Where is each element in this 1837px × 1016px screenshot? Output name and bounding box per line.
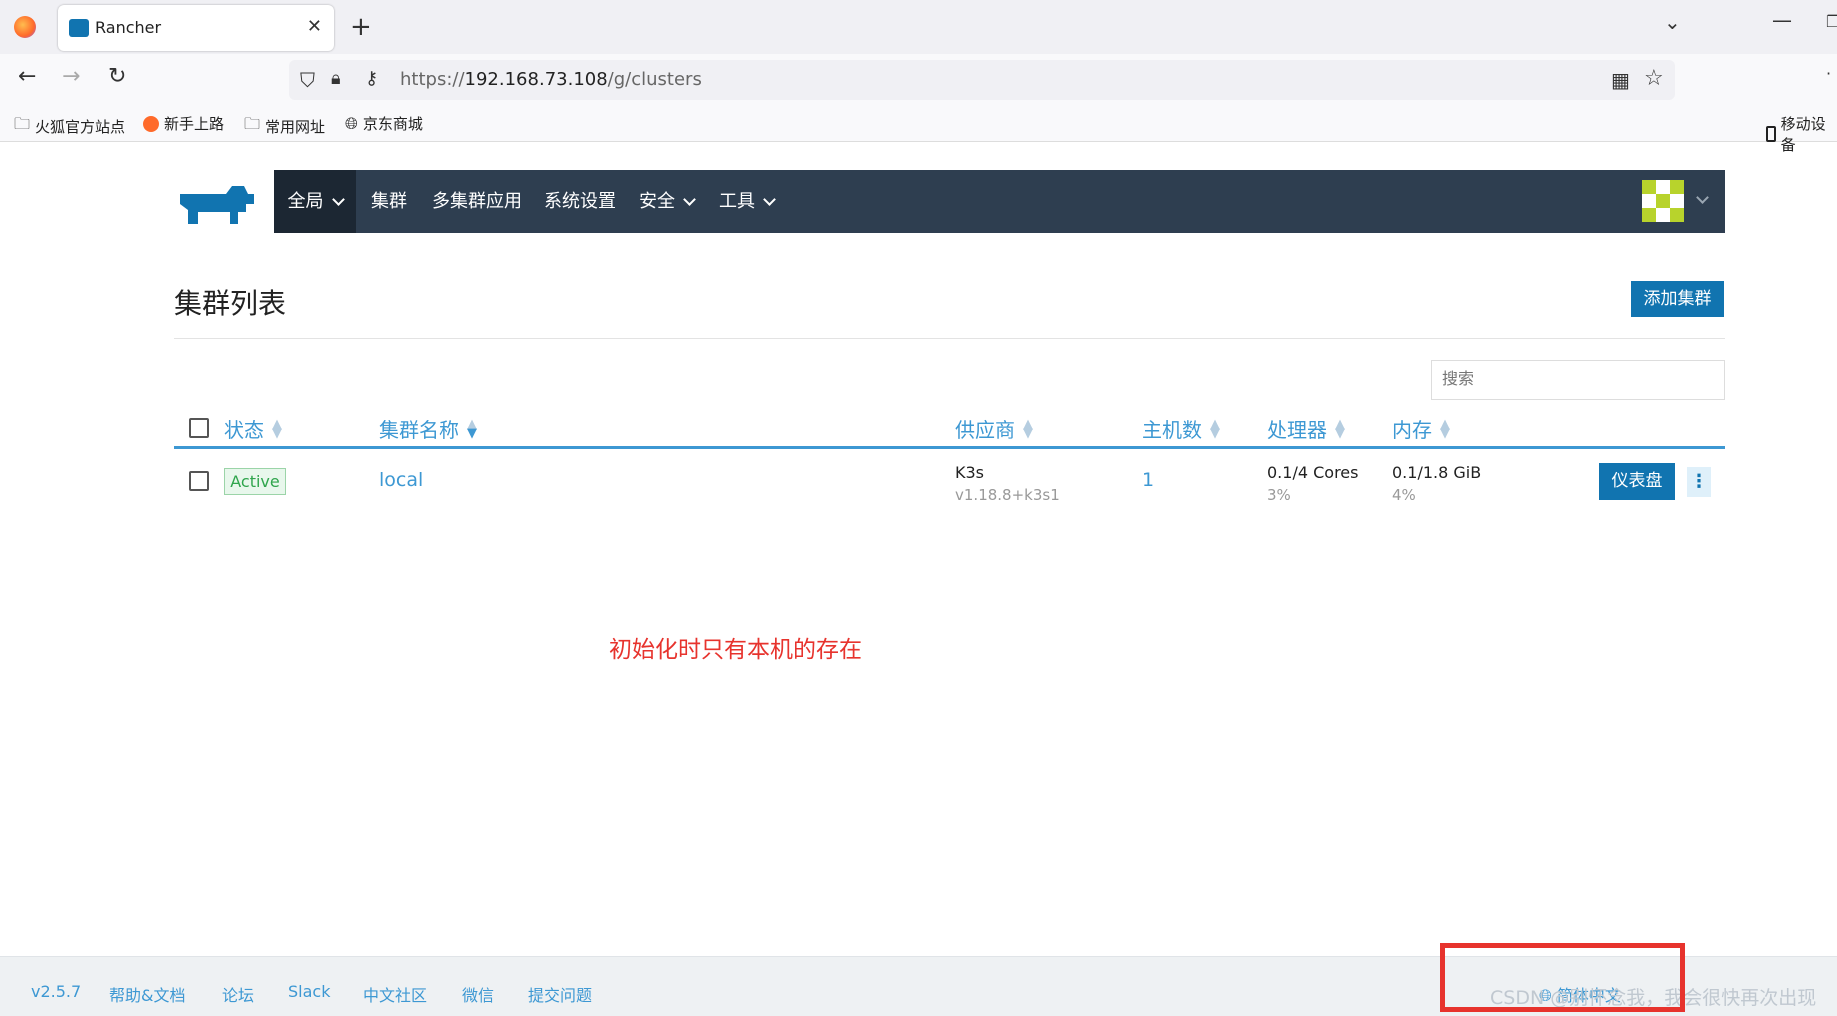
url-bar[interactable]: ⛉ 🔒︎ ⚷ https://192.168.73.108/g/clusters…: [289, 60, 1675, 100]
table-header-underline: [174, 446, 1725, 449]
footer-forum[interactable]: 论坛: [222, 982, 254, 1006]
firefox-icon[interactable]: [14, 16, 36, 38]
close-tab-icon[interactable]: ✕: [307, 16, 322, 37]
title-divider: [174, 338, 1725, 339]
forward-arrow-icon[interactable]: →: [62, 66, 80, 88]
provider: K3s: [955, 463, 985, 482]
sort-icon: ▲ ▼: [272, 416, 282, 441]
back-arrow-icon[interactable]: ←: [18, 66, 36, 88]
sort-icon: ▲ ▼: [1210, 416, 1220, 441]
reload-icon[interactable]: ↻: [108, 66, 126, 88]
chevron-down-icon: [683, 192, 696, 206]
sort-icon: ▲ ▼: [1440, 416, 1450, 441]
folder-icon: 🗀: [244, 114, 261, 133]
browser-tab-bar: Rancher ✕ + ⌄ — ❐: [0, 0, 1837, 54]
globe-icon: 🌐︎: [345, 113, 358, 133]
annotation-red-box: [1440, 943, 1685, 1012]
extension-icon[interactable]: ·: [1826, 66, 1831, 82]
bookmark-firefox-site[interactable]: 🗀 火狐官方站点: [14, 113, 125, 140]
rancher-favicon-icon: [69, 19, 89, 37]
tab-title: Rancher: [95, 18, 162, 37]
firefox-icon: [143, 115, 159, 132]
lock-icon[interactable]: 🔒︎: [331, 68, 341, 89]
nav-multicluster-apps[interactable]: 多集群应用: [432, 170, 522, 233]
cluster-name-link[interactable]: local: [379, 469, 423, 491]
column-header-status[interactable]: 状态 ▲ ▼: [224, 414, 282, 443]
bookmark-getting-started[interactable]: 新手上路: [143, 113, 224, 134]
row-actions-more-icon[interactable]: ⋮: [1687, 467, 1711, 497]
tab-list-chevron-down-icon[interactable]: ⌄: [1664, 12, 1681, 32]
footer-submit-issue[interactable]: 提交问题: [528, 982, 592, 1006]
bookmark-common-sites[interactable]: 🗀 常用网址: [244, 113, 325, 140]
footer-version[interactable]: v2.5.7: [31, 982, 81, 1001]
top-nav-bar: 全局 集群 多集群应用 系统设置 安全 工具: [274, 170, 1725, 233]
user-avatar[interactable]: [1642, 180, 1684, 222]
footer-slack[interactable]: Slack: [288, 982, 330, 1001]
add-cluster-button[interactable]: 添加集群: [1631, 281, 1724, 317]
minimize-icon[interactable]: —: [1772, 10, 1792, 30]
new-tab-icon[interactable]: +: [350, 14, 372, 40]
column-header-provider[interactable]: 供应商 ▲ ▼: [955, 414, 1033, 443]
select-all-checkbox[interactable]: [189, 418, 209, 438]
footer-wechat[interactable]: 微信: [462, 982, 494, 1006]
node-count-link[interactable]: 1: [1142, 469, 1154, 491]
shield-icon[interactable]: ⛉: [300, 68, 315, 92]
sort-icon: ▲ ▼: [467, 416, 477, 441]
provider-version: v1.18.8+k3s1: [955, 486, 1060, 504]
rancher-logo-icon[interactable]: [174, 180, 260, 224]
nav-clusters[interactable]: 集群: [371, 170, 407, 233]
nav-global[interactable]: 全局: [274, 170, 356, 233]
sort-icon: ▲ ▼: [1335, 416, 1345, 441]
cpu-usage: 0.1/4 Cores: [1267, 463, 1359, 482]
column-header-nodes[interactable]: 主机数 ▲ ▼: [1142, 414, 1220, 443]
url-text[interactable]: https://192.168.73.108/g/clusters: [400, 69, 702, 90]
chevron-down-icon: [763, 192, 776, 206]
nav-security[interactable]: 安全: [639, 170, 696, 233]
search-input[interactable]: [1431, 360, 1725, 400]
status-badge: Active: [224, 468, 286, 495]
qr-code-icon[interactable]: ▦: [1611, 68, 1630, 92]
browser-tab[interactable]: Rancher ✕: [58, 5, 334, 51]
memory-percent: 4%: [1392, 486, 1416, 504]
mobile-icon: [1766, 126, 1776, 142]
page-title: 集群列表: [174, 287, 287, 320]
dashboard-button[interactable]: 仪表盘: [1599, 463, 1675, 500]
bookmark-star-icon[interactable]: ☆: [1644, 66, 1664, 91]
folder-icon: 🗀: [14, 114, 31, 133]
row-checkbox[interactable]: [189, 471, 209, 491]
restore-icon[interactable]: ❐: [1826, 14, 1837, 30]
key-icon[interactable]: ⚷: [365, 68, 378, 89]
annotation-note: 初始化时只有本机的存在: [609, 637, 862, 663]
cpu-percent: 3%: [1267, 486, 1291, 504]
column-header-memory[interactable]: 内存 ▲ ▼: [1392, 414, 1450, 443]
nav-settings[interactable]: 系统设置: [544, 170, 616, 233]
chevron-down-icon: [331, 192, 345, 206]
bookmark-jd-mall[interactable]: 🌐︎ 京东商城: [345, 113, 423, 134]
user-menu-chevron-down-icon[interactable]: [1696, 191, 1709, 204]
memory-usage: 0.1/1.8 GiB: [1392, 463, 1482, 482]
nav-tools[interactable]: 工具: [719, 170, 776, 233]
column-header-cpu[interactable]: 处理器 ▲ ▼: [1267, 414, 1345, 443]
footer-help-docs[interactable]: 帮助&文档: [109, 982, 185, 1006]
footer-chinese-community[interactable]: 中文社区: [363, 982, 427, 1006]
column-header-cluster-name[interactable]: 集群名称 ▲ ▼: [379, 414, 477, 443]
sort-icon: ▲ ▼: [1023, 416, 1033, 441]
bookmark-mobile-devices[interactable]: 移动设备: [1766, 113, 1837, 155]
